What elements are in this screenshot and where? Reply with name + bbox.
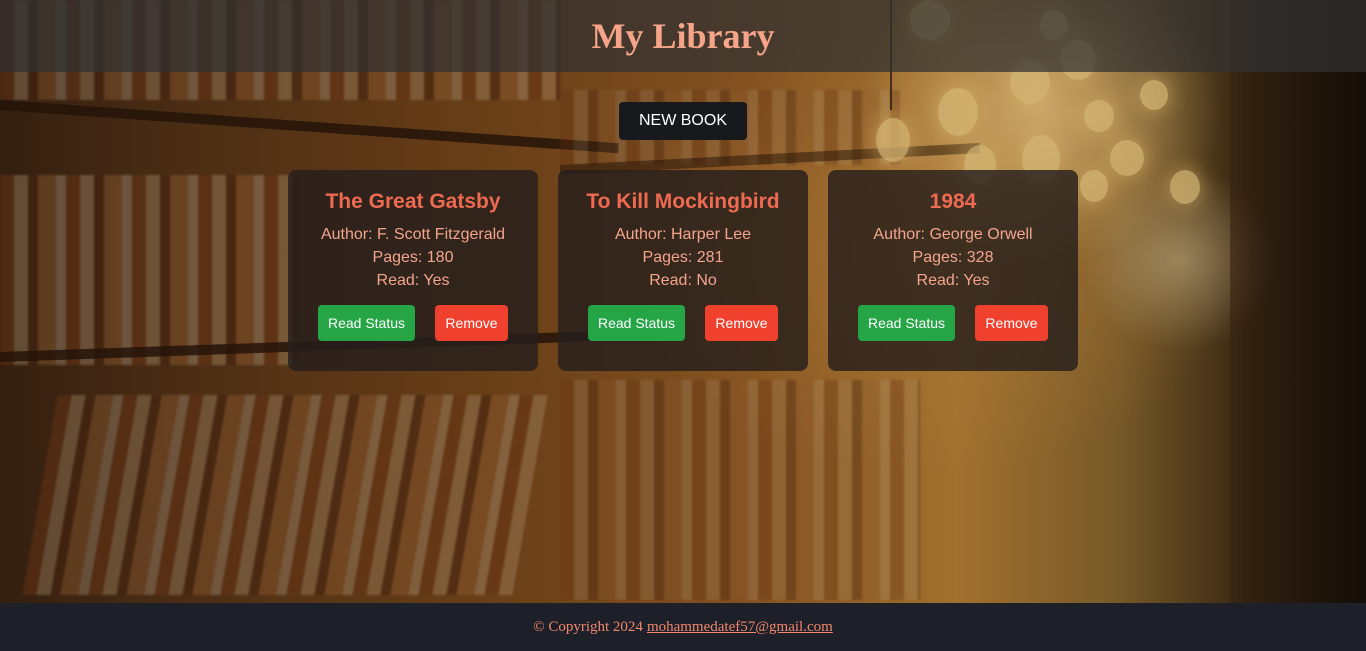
book-author: Author: George Orwell — [828, 226, 1078, 244]
book-read: Read: No — [558, 272, 808, 290]
pages-label: Pages: — [372, 249, 423, 266]
author-value: F. Scott Fitzgerald — [377, 226, 506, 243]
author-value: George Orwell — [929, 226, 1033, 243]
header-bar: My Library — [0, 0, 1366, 72]
book-title: The Great Gatsby — [325, 190, 501, 213]
email-link[interactable]: mohammedatef57@gmail.com — [647, 619, 833, 636]
book-pages: Pages: 180 — [288, 249, 538, 267]
remove-button[interactable]: Remove — [705, 305, 778, 341]
book-author: Author: Harper Lee — [558, 226, 808, 244]
pages-label: Pages: — [912, 249, 963, 266]
read-label: Read: — [916, 272, 960, 289]
pages-label: Pages: — [642, 249, 693, 266]
read-status-button[interactable]: Read Status — [858, 305, 955, 341]
read-value: No — [696, 272, 717, 289]
read-value: Yes — [963, 272, 990, 289]
book-card: To Kill Mockingbird Author: Harper Lee P… — [558, 170, 808, 371]
read-status-button[interactable]: Read Status — [318, 305, 415, 341]
book-title: To Kill Mockingbird — [586, 190, 780, 213]
footer: © Copyright 2024 mohammedatef57@gmail.co… — [0, 603, 1366, 651]
author-value: Harper Lee — [671, 226, 752, 243]
book-read: Read: Yes — [828, 272, 1078, 290]
pages-value: 180 — [426, 249, 454, 266]
book-author: Author: F. Scott Fitzgerald — [288, 226, 538, 244]
remove-button[interactable]: Remove — [975, 305, 1048, 341]
book-title: 1984 — [929, 190, 977, 213]
book-pages: Pages: 328 — [828, 249, 1078, 267]
read-label: Read: — [376, 272, 420, 289]
author-label: Author: — [873, 226, 925, 243]
read-label: Read: — [649, 272, 692, 289]
new-book-button[interactable]: NEW BOOK — [619, 102, 747, 140]
pages-value: 281 — [696, 249, 724, 266]
copyright-text: © Copyright 2024 — [533, 618, 643, 635]
page-title: My Library — [591, 16, 775, 56]
book-card: 1984 Author: George Orwell Pages: 328 Re… — [828, 170, 1078, 371]
read-value: Yes — [423, 272, 450, 289]
book-read: Read: Yes — [288, 272, 538, 290]
remove-button[interactable]: Remove — [435, 305, 508, 341]
book-card: The Great Gatsby Author: F. Scott Fitzge… — [288, 170, 538, 371]
book-pages: Pages: 281 — [558, 249, 808, 267]
read-status-button[interactable]: Read Status — [588, 305, 685, 341]
pages-value: 328 — [966, 249, 994, 266]
author-label: Author: — [614, 226, 667, 243]
author-label: Author: — [320, 226, 373, 243]
